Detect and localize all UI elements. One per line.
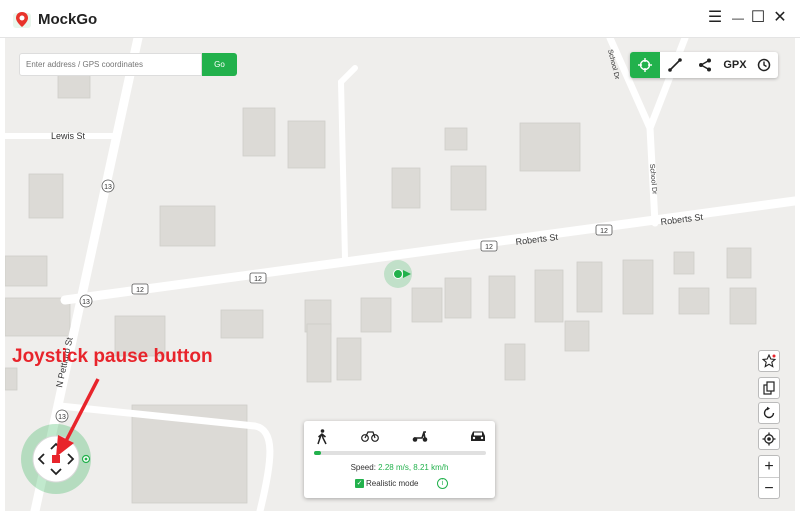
location-dot: [393, 269, 403, 279]
favorite-star-icon: [761, 353, 777, 368]
reset-button[interactable]: [758, 402, 780, 424]
zoom-in-icon[interactable]: +: [759, 456, 779, 477]
speed-label: Speed:: [350, 463, 376, 472]
location-marker: [384, 260, 412, 288]
annotation-arrow: [56, 378, 100, 457]
device-switch-button[interactable]: [758, 377, 780, 399]
realistic-mode-toggle[interactable]: ✓ Realistic mode i: [355, 478, 448, 489]
scooter-mode-button[interactable]: [408, 429, 432, 447]
street-label-school: School Dr: [648, 164, 658, 196]
route-label-12: 12: [485, 244, 493, 251]
clock-icon: [757, 58, 771, 72]
close-icon[interactable]: ✕: [770, 8, 790, 28]
favorites-button[interactable]: [758, 350, 780, 372]
mode-toolbar: GPX: [630, 52, 778, 78]
minimize-icon[interactable]: —: [728, 8, 748, 28]
teleport-mode-button[interactable]: [630, 52, 660, 78]
street-label-lewis: Lewis St: [51, 131, 86, 141]
scooter-icon: [412, 431, 428, 442]
copy-icon: [763, 381, 775, 395]
car-icon: [471, 431, 485, 441]
speed-slider[interactable]: [314, 451, 486, 455]
bicycle-icon: [361, 431, 379, 442]
my-location-button[interactable]: [758, 428, 780, 450]
gpx-button[interactable]: GPX: [720, 52, 750, 78]
logo-pin-icon: [13, 12, 31, 28]
realistic-mode-label: Realistic mode: [366, 479, 419, 488]
speed-readout: Speed: 2.28 m/s, 8.21 km/h: [304, 463, 495, 472]
route-icon: [668, 58, 682, 72]
info-icon[interactable]: i: [437, 478, 448, 489]
refresh-icon: [763, 406, 775, 419]
menu-icon[interactable]: ☰: [705, 8, 725, 28]
walk-icon: [317, 429, 327, 445]
check-icon[interactable]: ✓: [355, 479, 364, 488]
annotation-label: Joystick pause button: [12, 346, 213, 367]
bike-mode-button[interactable]: [358, 429, 382, 447]
two-spot-mode-button[interactable]: [660, 52, 690, 78]
multi-spot-mode-button[interactable]: [690, 52, 720, 78]
route-label-13: 13: [82, 299, 90, 306]
zoom-out-icon[interactable]: −: [759, 477, 779, 499]
walk-mode-button[interactable]: [310, 429, 334, 447]
search-input[interactable]: [19, 53, 202, 76]
go-button[interactable]: Go: [202, 53, 237, 76]
locate-icon: [762, 432, 776, 446]
route-badges: 12 12 12 12 13 13 13: [55, 179, 613, 423]
speed-value: 2.28 m/s, 8.21 km/h: [378, 463, 449, 472]
speed-panel: Speed: 2.28 m/s, 8.21 km/h ✓ Realistic m…: [304, 421, 495, 498]
route-label-13: 13: [104, 184, 112, 191]
maximize-icon[interactable]: ☐: [748, 8, 768, 28]
app-title: MockGo: [38, 11, 98, 28]
route-label-12: 12: [600, 228, 608, 235]
share-icon: [699, 58, 711, 72]
title-bar: MockGo ☰ — ☐ ✕: [0, 0, 800, 38]
heading-arrow-icon: [403, 270, 411, 278]
route-label-12: 12: [136, 287, 144, 294]
car-mode-button[interactable]: [466, 429, 490, 447]
zoom-control: + −: [758, 455, 780, 499]
speed-slider-fill: [314, 451, 321, 455]
route-label-12: 12: [254, 276, 262, 283]
history-button[interactable]: [749, 52, 779, 78]
crosshair-icon: [638, 58, 652, 72]
